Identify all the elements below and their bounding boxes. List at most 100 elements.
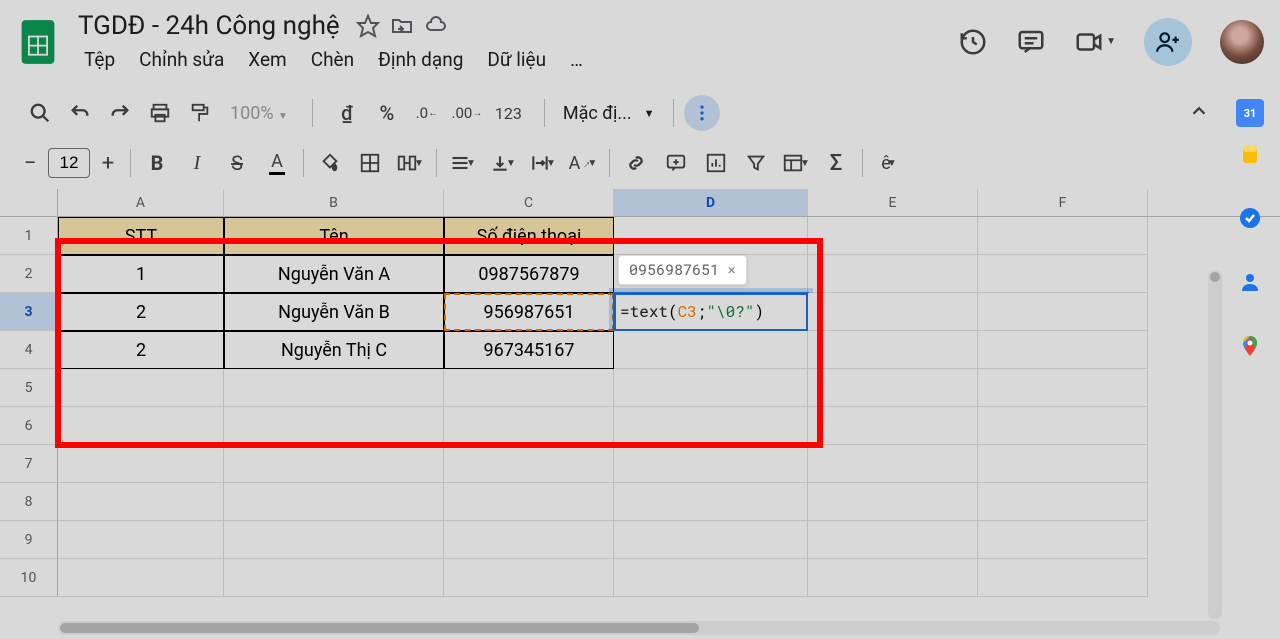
- cell[interactable]: [808, 445, 978, 483]
- row-header[interactable]: 3: [0, 293, 58, 331]
- cell[interactable]: [614, 369, 808, 407]
- cell[interactable]: Nguyễn Văn B: [224, 293, 444, 331]
- decrease-decimal-icon[interactable]: .0←: [411, 97, 443, 129]
- keep-sidepanel-icon[interactable]: [1236, 140, 1264, 168]
- cell[interactable]: [614, 483, 808, 521]
- comments-icon[interactable]: [1016, 27, 1046, 57]
- cell[interactable]: [444, 369, 614, 407]
- cell[interactable]: [978, 483, 1148, 521]
- cell[interactable]: [58, 559, 224, 597]
- vertical-scroll-thumb[interactable]: [1210, 272, 1220, 282]
- cell[interactable]: [614, 559, 808, 597]
- column-header[interactable]: C: [444, 189, 614, 216]
- star-icon[interactable]: [356, 14, 380, 38]
- cloud-status-icon[interactable]: [424, 14, 450, 38]
- cell[interactable]: STT: [58, 217, 224, 255]
- cell[interactable]: [978, 293, 1148, 331]
- menu-view[interactable]: Xem: [238, 44, 296, 75]
- cell[interactable]: 2: [58, 331, 224, 369]
- cell[interactable]: [224, 483, 444, 521]
- cell[interactable]: [808, 369, 978, 407]
- row-header[interactable]: 5: [0, 369, 58, 407]
- row-header[interactable]: 2: [0, 255, 58, 293]
- currency-icon[interactable]: ₫: [331, 97, 363, 129]
- cell[interactable]: [444, 483, 614, 521]
- cell[interactable]: [808, 293, 978, 331]
- percent-icon[interactable]: %: [371, 97, 403, 129]
- cell[interactable]: [58, 445, 224, 483]
- column-header[interactable]: D: [614, 189, 808, 216]
- borders-icon[interactable]: [352, 145, 388, 181]
- user-avatar[interactable]: [1220, 20, 1264, 64]
- cell[interactable]: [444, 559, 614, 597]
- share-button[interactable]: [1144, 18, 1192, 66]
- row-header[interactable]: 1: [0, 217, 58, 255]
- row-header[interactable]: 8: [0, 483, 58, 521]
- maps-sidepanel-icon[interactable]: [1236, 332, 1264, 360]
- collapse-toolbar-icon[interactable]: [1188, 100, 1210, 126]
- row-header[interactable]: 7: [0, 445, 58, 483]
- menu-more[interactable]: …: [560, 44, 593, 75]
- cell[interactable]: [978, 559, 1148, 597]
- merge-cells-icon[interactable]: ▼: [392, 145, 428, 181]
- cell[interactable]: [58, 521, 224, 559]
- font-size-input[interactable]: [48, 148, 90, 178]
- filter-icon[interactable]: [738, 145, 774, 181]
- cell[interactable]: [808, 483, 978, 521]
- cell[interactable]: [614, 331, 808, 369]
- cell[interactable]: =text(C3;"\0?")0956987651×: [614, 293, 808, 331]
- menu-data[interactable]: Dữ liệu: [477, 44, 556, 75]
- move-to-folder-icon[interactable]: [390, 14, 414, 38]
- cell[interactable]: 0987567879: [444, 255, 614, 293]
- horizontal-align-icon[interactable]: ▼: [445, 145, 481, 181]
- functions-icon[interactable]: Σ: [818, 145, 854, 181]
- row-header[interactable]: 9: [0, 521, 58, 559]
- search-icon[interactable]: [24, 97, 56, 129]
- cell[interactable]: [808, 217, 978, 255]
- cell[interactable]: [444, 521, 614, 559]
- cell[interactable]: [614, 217, 808, 255]
- insert-comment-icon[interactable]: [658, 145, 694, 181]
- cell[interactable]: [808, 255, 978, 293]
- menu-file[interactable]: Tệp: [74, 44, 125, 75]
- cell[interactable]: 967345167: [444, 331, 614, 369]
- cell[interactable]: [978, 445, 1148, 483]
- contacts-sidepanel-icon[interactable]: [1236, 268, 1264, 296]
- cell[interactable]: [58, 407, 224, 445]
- number-format-icon[interactable]: 123: [491, 97, 526, 129]
- select-all-corner[interactable]: [0, 189, 58, 217]
- row-header[interactable]: 4: [0, 331, 58, 369]
- cell[interactable]: [808, 407, 978, 445]
- text-rotation-icon[interactable]: A→▼: [565, 145, 601, 181]
- zoom-level[interactable]: 100% ▼: [224, 103, 294, 124]
- insert-link-icon[interactable]: [618, 145, 654, 181]
- column-header[interactable]: A: [58, 189, 224, 216]
- column-header[interactable]: E: [808, 189, 978, 216]
- cell[interactable]: [978, 331, 1148, 369]
- cell[interactable]: [614, 521, 808, 559]
- row-header[interactable]: 6: [0, 407, 58, 445]
- cell[interactable]: [614, 445, 808, 483]
- cell[interactable]: [224, 521, 444, 559]
- paint-format-icon[interactable]: [184, 97, 216, 129]
- cell[interactable]: [614, 407, 808, 445]
- cell[interactable]: 956987651: [444, 293, 614, 331]
- cell[interactable]: Nguyễn Thị C: [224, 331, 444, 369]
- menu-insert[interactable]: Chèn: [301, 44, 364, 75]
- vertical-align-icon[interactable]: ▼: [485, 145, 521, 181]
- increase-font-size[interactable]: +: [94, 149, 122, 177]
- column-header[interactable]: F: [978, 189, 1148, 216]
- cell[interactable]: [808, 331, 978, 369]
- sheets-logo[interactable]: [16, 14, 60, 70]
- print-icon[interactable]: [144, 97, 176, 129]
- row-header[interactable]: 10: [0, 559, 58, 597]
- bold-icon[interactable]: B: [139, 145, 175, 181]
- cell[interactable]: [978, 217, 1148, 255]
- text-wrap-icon[interactable]: ▼: [525, 145, 561, 181]
- font-family-select[interactable]: Mặc đị...▼: [555, 103, 663, 124]
- horizontal-scrollbar[interactable]: [58, 621, 1220, 635]
- cell[interactable]: [224, 559, 444, 597]
- increase-decimal-icon[interactable]: .00→: [451, 97, 483, 129]
- cell[interactable]: [808, 521, 978, 559]
- horizontal-scroll-thumb[interactable]: [60, 623, 699, 633]
